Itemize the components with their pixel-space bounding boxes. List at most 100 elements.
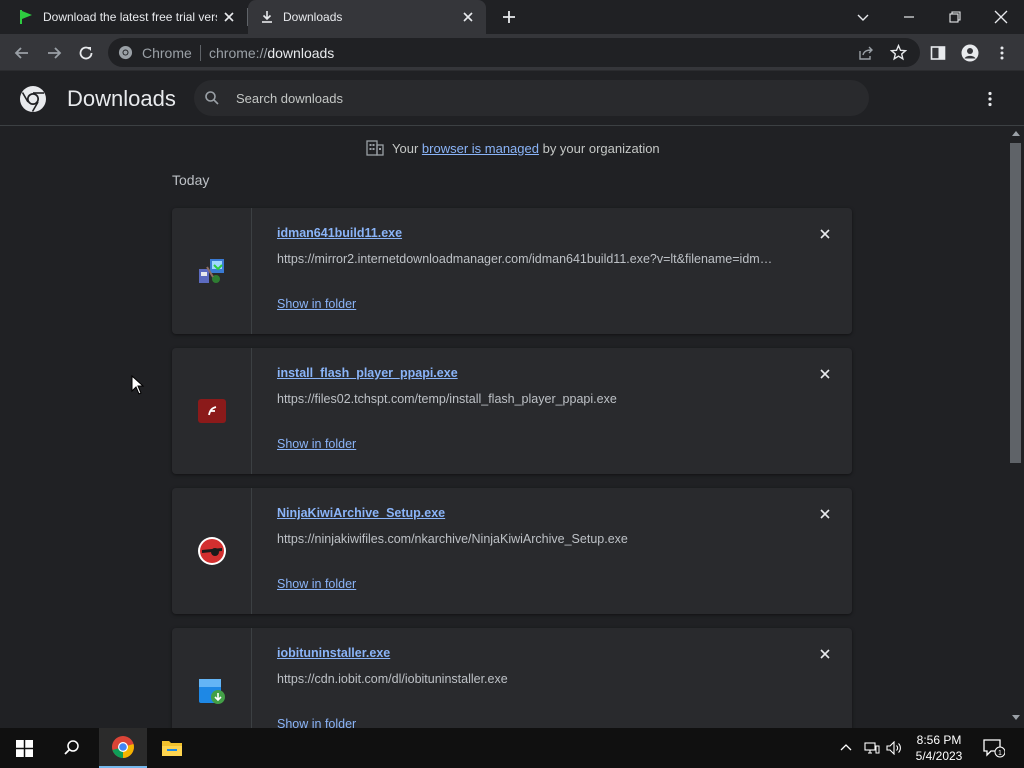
omnibox-chip: Chrome [142,45,192,61]
side-panel-button[interactable] [926,41,950,65]
show-in-folder-link[interactable]: Show in folder [277,717,356,728]
back-button[interactable] [10,41,34,65]
close-window-button[interactable] [978,0,1024,34]
notification-count: 1 [998,750,1002,757]
file-url: https://mirror2.internetdownloadmanager.… [277,252,777,266]
close-icon [994,10,1008,24]
taskbar: 8:56 PM 5/4/2023 1 [0,728,1024,768]
reload-icon [79,46,93,60]
date-header: Today [172,172,210,188]
clock-time: 8:56 PM [916,733,962,747]
search-box[interactable] [194,80,869,116]
url-host: downloads [267,45,335,61]
omnibox-url: chrome://downloads [209,45,334,61]
file-name-link[interactable]: install_flash_player_ppapi.exe [277,366,458,380]
share-icon[interactable] [858,45,874,61]
profile-button[interactable] [958,41,982,65]
windows-icon [15,739,33,757]
taskbar-file-explorer[interactable] [148,728,196,768]
managed-prefix: Your [392,140,419,156]
idm-installer-icon [199,259,224,283]
start-button[interactable] [0,728,48,768]
search-icon [64,740,79,755]
url-scheme: chrome:// [209,45,268,61]
flash-player-icon [198,399,226,423]
show-hidden-icons-button[interactable] [834,728,858,768]
remove-item-icon[interactable] [817,646,833,662]
tab-title: Downloads [283,10,343,24]
file-url: https://cdn.iobit.com/dl/iobituninstalle… [277,672,508,686]
download-icon [262,11,272,23]
building-icon [366,140,384,156]
restore-icon [949,11,961,23]
download-item: NinjaKiwiArchive_Setup.exe https://ninja… [172,488,852,614]
minimize-icon [904,16,914,18]
taskbar-search-button[interactable] [48,728,96,768]
taskbar-chrome[interactable] [99,728,147,768]
arrow-right-icon [48,47,62,59]
file-url: https://files02.tchspt.com/temp/install_… [277,392,617,406]
more-vert-icon [1000,46,1004,60]
scroll-down-arrow[interactable] [1012,715,1020,720]
tab-search-button[interactable] [840,0,886,34]
file-icon-cell [172,488,252,614]
action-center-button[interactable]: 1 [978,728,1010,768]
folder-icon [162,741,182,756]
chrome-menu-button[interactable] [990,41,1014,65]
reload-button[interactable] [74,41,98,65]
network-icon [864,742,880,754]
chevron-up-icon [840,744,852,751]
show-in-folder-link[interactable]: Show in folder [277,437,356,451]
restore-button[interactable] [932,0,978,34]
notification-icon: 1 [983,739,1005,758]
downloads-list: Your browser is managed by your organiza… [0,127,1008,728]
file-name-link[interactable]: NinjaKiwiArchive_Setup.exe [277,506,445,520]
managed-suffix: by your organization [542,140,660,156]
minimize-button[interactable] [886,0,932,34]
tab-downloads[interactable]: Downloads [248,0,486,34]
download-item: iobituninstaller.exe https://cdn.iobit.c… [172,628,852,728]
network-button[interactable] [860,728,884,768]
tab-close-icon[interactable] [221,9,237,25]
search-input[interactable] [236,80,846,116]
volume-button[interactable] [882,728,906,768]
managed-link[interactable]: browser is managed [422,141,539,156]
page-title: Downloads [67,86,176,111]
show-in-folder-link[interactable]: Show in folder [277,577,356,591]
file-url: https://ninjakiwifiles.com/nkarchive/Nin… [277,532,628,546]
star-icon[interactable] [890,44,907,61]
file-icon-cell [172,628,252,728]
mouse-cursor-icon [131,375,145,395]
remove-item-icon[interactable] [817,226,833,242]
download-item: idman641build11.exe https://mirror2.inte… [172,208,852,334]
remove-item-icon[interactable] [817,506,833,522]
speaker-icon [886,741,901,755]
scrollbar[interactable] [1008,127,1024,728]
tab-close-icon[interactable] [460,9,476,25]
downloads-header: Downloads [0,72,1024,126]
system-clock[interactable]: 8:56 PM 5/4/2023 [905,732,973,764]
managed-notice: Your browser is managed by your organiza… [366,140,660,156]
clock-date: 5/4/2023 [915,749,963,763]
browser-toolbar: Chrome chrome://downloads [0,34,1024,71]
forward-button[interactable] [42,41,66,65]
new-tab-icon[interactable] [499,7,519,27]
scroll-up-arrow[interactable] [1012,131,1020,136]
profile-icon [961,44,979,62]
address-bar[interactable]: Chrome chrome://downloads [108,38,920,67]
iobit-installer-icon [199,679,225,704]
omnibox-separator [200,45,201,61]
ninja-kiwi-icon [198,537,226,565]
scrollbar-thumb[interactable] [1010,143,1021,463]
remove-item-icon[interactable] [817,366,833,382]
more-vert-icon[interactable] [980,89,1000,109]
chrome-icon [118,45,133,60]
file-icon-cell [172,208,252,334]
tab-idm-download[interactable]: Download the latest free trial version [0,0,247,34]
file-name-link[interactable]: idman641build11.exe [277,226,402,240]
chrome-logo-icon [20,86,46,112]
file-name-link[interactable]: iobituninstaller.exe [277,646,390,660]
chevron-down-icon [857,14,869,21]
chrome-icon [112,736,134,758]
show-in-folder-link[interactable]: Show in folder [277,297,356,311]
